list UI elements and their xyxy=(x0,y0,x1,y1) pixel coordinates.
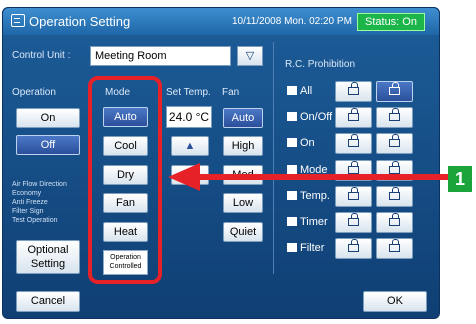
rc-row-on: On xyxy=(281,132,424,156)
fan-quiet-button[interactable]: Quiet xyxy=(223,222,263,242)
titlebar: Operation Setting 10/11/2008 Mon. 02:20 … xyxy=(3,8,439,35)
rc-timer-permit-button[interactable] xyxy=(376,212,413,233)
rc-timer-prohibit-button[interactable] xyxy=(335,212,372,233)
callout-number-badge: 1 xyxy=(448,166,472,192)
rc-row-all: All xyxy=(281,80,424,104)
unlock-icon xyxy=(389,108,400,121)
rc-row-onoff: On/Off xyxy=(281,106,424,130)
timer-icon xyxy=(287,217,297,226)
rc-row-temp: Temp. xyxy=(281,185,424,209)
info-anti-freeze: Anti Freeze xyxy=(12,199,48,206)
rc-row-filter: Filter xyxy=(281,237,424,261)
rc-temp-prohibit-button[interactable] xyxy=(335,186,372,207)
lock-icon xyxy=(348,108,359,121)
optional-setting-button[interactable]: Optional Setting xyxy=(16,240,80,274)
rc-prohibition-title: R.C. Prohibition xyxy=(285,59,356,70)
lock-icon xyxy=(348,239,359,252)
datetime: 10/11/2008 Mon. 02:20 PM xyxy=(232,16,352,27)
rc-onoff-permit-button[interactable] xyxy=(376,107,413,128)
fan-label: Fan xyxy=(222,87,240,98)
unlock-icon xyxy=(389,187,400,200)
info-economy: Economy xyxy=(12,190,42,197)
rc-filter-prohibit-button[interactable] xyxy=(335,238,372,259)
rc-temp-permit-button[interactable] xyxy=(376,186,413,207)
optional-line1: Optional xyxy=(27,244,69,256)
lock-icon xyxy=(348,82,359,95)
operation-off-button[interactable]: Off xyxy=(16,135,80,155)
unlock-icon xyxy=(389,213,400,226)
rc-label-filter: Filter xyxy=(300,242,325,254)
optional-line2: Setting xyxy=(30,258,66,270)
all-icon xyxy=(287,86,297,95)
rc-label-all: All xyxy=(300,85,313,97)
section-divider xyxy=(273,42,274,274)
info-air-flow: Air Flow Direction xyxy=(12,181,67,188)
rc-all-permit-button[interactable] xyxy=(376,81,413,102)
mode-icon xyxy=(287,165,297,174)
lock-icon xyxy=(348,161,359,174)
unlock-icon xyxy=(389,134,400,147)
rc-all-prohibit-button[interactable] xyxy=(335,81,372,102)
rc-label-on: On xyxy=(300,137,315,149)
cancel-button[interactable]: Cancel xyxy=(16,291,80,312)
info-filter-sign: Filter Sign xyxy=(12,208,44,215)
window-icon xyxy=(11,14,25,27)
control-unit-label: Control Unit : xyxy=(12,50,71,61)
lock-icon xyxy=(348,187,359,200)
mode-highlight-box xyxy=(88,76,162,284)
info-test-operation: Test Operation xyxy=(12,217,58,224)
ok-button[interactable]: OK xyxy=(363,291,427,312)
lock-icon xyxy=(348,134,359,147)
lock-icon xyxy=(348,213,359,226)
window-title: Operation Setting xyxy=(29,14,131,29)
onoff-icon xyxy=(287,112,297,121)
rc-label-temp: Temp. xyxy=(300,190,330,202)
rc-label-timer: Timer xyxy=(300,216,328,228)
rc-filter-permit-button[interactable] xyxy=(376,238,413,259)
unlock-icon xyxy=(389,239,400,252)
up-arrow-icon: ▲ xyxy=(184,140,196,152)
control-unit-dropdown-button[interactable]: ▽ xyxy=(237,46,263,66)
set-temp-value: 24.0 °C xyxy=(166,106,212,128)
callout-arrow-head-icon xyxy=(168,163,200,191)
temp-up-button[interactable]: ▲ xyxy=(171,136,209,156)
operation-label: Operation xyxy=(12,87,56,98)
filter-icon xyxy=(287,243,297,252)
fan-high-button[interactable]: High xyxy=(223,136,263,156)
rc-on-prohibit-button[interactable] xyxy=(335,133,372,154)
temp-icon xyxy=(287,191,297,200)
callout-arrow-line xyxy=(198,174,448,180)
rc-onoff-prohibit-button[interactable] xyxy=(335,107,372,128)
rc-label-onoff: On/Off xyxy=(300,111,333,123)
rc-row-timer: Timer xyxy=(281,211,424,235)
fan-auto-button[interactable]: Auto xyxy=(223,108,263,128)
rc-on-permit-button[interactable] xyxy=(376,133,413,154)
unlock-icon xyxy=(389,82,400,95)
operation-on-button[interactable]: On xyxy=(16,108,80,128)
fan-low-button[interactable]: Low xyxy=(223,193,263,213)
set-temp-label: Set Temp. xyxy=(166,87,211,98)
on-icon xyxy=(287,138,297,147)
status-badge: Status: On xyxy=(357,13,425,31)
control-unit-field[interactable]: Meeting Room xyxy=(90,46,231,66)
unlock-icon xyxy=(389,161,400,174)
